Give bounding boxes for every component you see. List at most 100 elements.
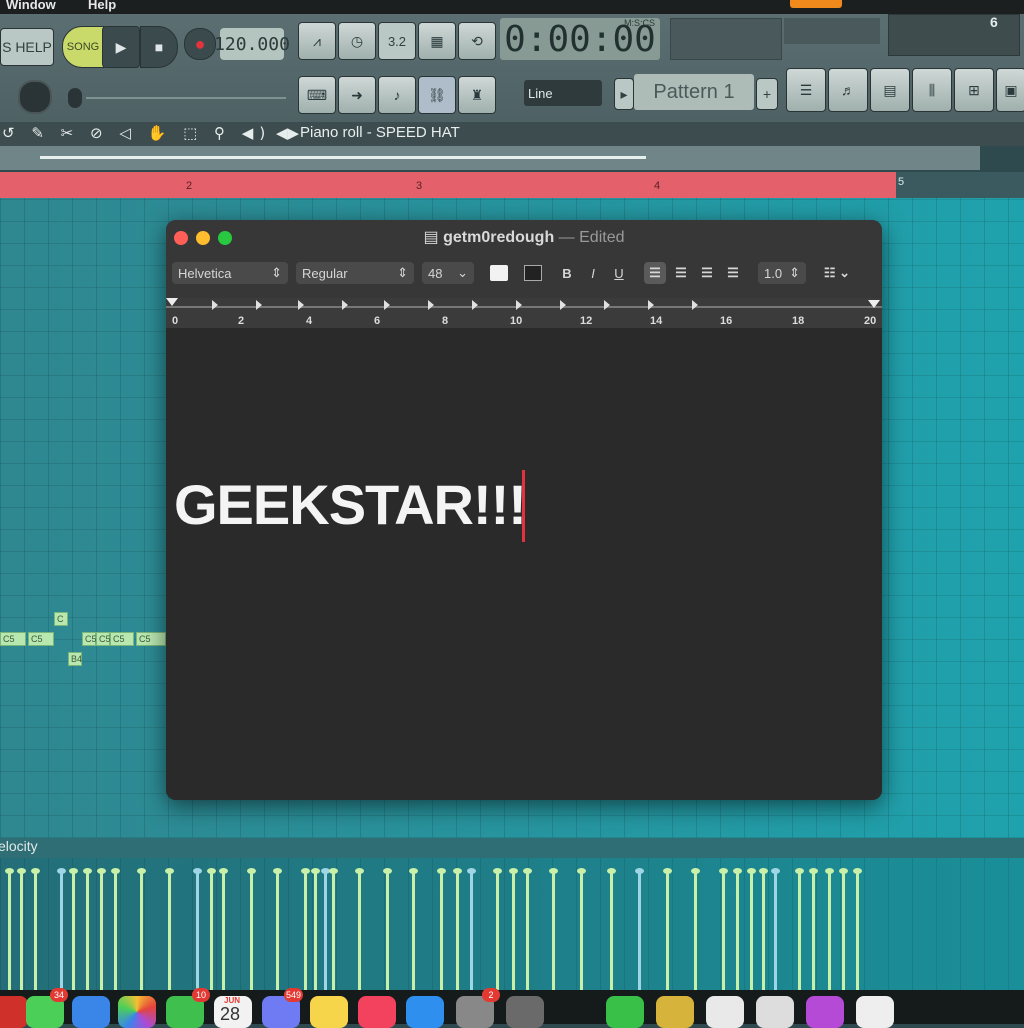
mixer-button[interactable]: ⫼ <box>912 68 952 112</box>
velocity-stem[interactable] <box>809 868 818 990</box>
document-text[interactable]: GEEKSTAR!!! <box>174 472 527 537</box>
tab-stop[interactable] <box>472 300 478 310</box>
tab-stop[interactable] <box>604 300 610 310</box>
piano-roll-button[interactable]: ♬ <box>828 68 868 112</box>
tab-stop[interactable] <box>692 300 698 310</box>
velocity-stem[interactable] <box>853 868 862 990</box>
dock-app-icon[interactable] <box>806 996 844 1028</box>
tab-stop[interactable] <box>384 300 390 310</box>
velocity-stem[interactable] <box>247 868 256 990</box>
velocity-stem[interactable] <box>437 868 446 990</box>
font-style-select[interactable]: Regular ⇕ <box>296 262 414 284</box>
plugin-picker-button[interactable]: ▣ <box>996 68 1024 112</box>
notes-icon[interactable] <box>310 996 348 1028</box>
channel-rack-button[interactable]: ▤ <box>870 68 910 112</box>
piano-roll-tool-icons[interactable]: ↺ ✎ ✂ ⊘ ◁ ✋ ⬚ ⚲ ◀) <box>2 124 271 142</box>
velocity-stem[interactable] <box>5 868 14 990</box>
velocity-stem[interactable] <box>97 868 106 990</box>
velocity-stem[interactable] <box>467 868 476 990</box>
velocity-stem[interactable] <box>193 868 202 990</box>
hat-tool-button[interactable]: ♜ <box>458 76 496 114</box>
velocity-stem[interactable] <box>747 868 756 990</box>
photos-icon[interactable] <box>118 996 156 1028</box>
text-color-well[interactable] <box>490 265 508 281</box>
volume-slider-track[interactable] <box>86 97 286 99</box>
velocity-stem[interactable] <box>771 868 780 990</box>
mail-icon[interactable] <box>72 996 110 1028</box>
add-pattern-button[interactable]: + <box>756 78 778 110</box>
velocity-stem[interactable] <box>607 868 616 990</box>
velocity-stem[interactable] <box>355 868 364 990</box>
align-center-button[interactable]: ☰ <box>670 262 692 284</box>
velocity-stem[interactable] <box>219 868 228 990</box>
tab-stop[interactable] <box>648 300 654 310</box>
tab-stop[interactable] <box>560 300 566 310</box>
dock-app-icon[interactable] <box>706 996 744 1028</box>
volume-slider-handle[interactable] <box>68 88 82 108</box>
velocity-stem[interactable] <box>57 868 66 990</box>
document-body[interactable] <box>166 328 882 800</box>
velocity-stem[interactable] <box>825 868 834 990</box>
velocity-stem[interactable] <box>409 868 418 990</box>
tab-stop[interactable] <box>428 300 434 310</box>
music-icon[interactable] <box>358 996 396 1028</box>
velocity-stem[interactable] <box>329 868 338 990</box>
note[interactable]: C5 <box>82 632 97 646</box>
dock-app-icon[interactable] <box>0 996 28 1028</box>
velocity-stem[interactable] <box>839 868 848 990</box>
velocity-stem[interactable] <box>165 868 174 990</box>
browser-button[interactable]: ⊞ <box>954 68 994 112</box>
ruler[interactable] <box>166 298 882 329</box>
align-right-button[interactable]: ☰ <box>696 262 718 284</box>
font-family-select[interactable]: Helvetica ⇕ <box>172 262 288 284</box>
velocity-stem[interactable] <box>137 868 146 990</box>
master-pitch-knob[interactable] <box>18 80 52 114</box>
wait-input-button[interactable]: ◷ <box>338 22 376 60</box>
velocity-stem[interactable] <box>719 868 728 990</box>
note[interactable]: C5 <box>0 632 26 646</box>
song-mode-toggle[interactable]: SONG <box>62 26 104 68</box>
note[interactable]: C5 <box>110 632 134 646</box>
step-edit-button[interactable]: ▦ <box>418 22 456 60</box>
countdown-button[interactable]: 3.2 <box>378 22 416 60</box>
tab-stop[interactable] <box>342 300 348 310</box>
snap-mode-select[interactable]: Line <box>524 80 602 106</box>
play-button[interactable]: ▶ <box>102 26 140 68</box>
right-indent-marker[interactable] <box>868 300 880 308</box>
stop-button[interactable]: ■ <box>140 26 178 68</box>
velocity-stem[interactable] <box>273 868 282 990</box>
record-button[interactable]: ● <box>184 28 216 60</box>
menu-help[interactable]: Help <box>88 0 116 12</box>
note[interactable]: C5 <box>28 632 54 646</box>
velocity-stem[interactable] <box>759 868 768 990</box>
tab-stop[interactable] <box>212 300 218 310</box>
velocity-stem[interactable] <box>733 868 742 990</box>
whatsapp-icon[interactable] <box>606 996 644 1028</box>
velocity-stem[interactable] <box>549 868 558 990</box>
metronome-button[interactable]: ⩘ <box>298 22 336 60</box>
velocity-stem[interactable] <box>577 868 586 990</box>
fl-studio-icon[interactable] <box>656 996 694 1028</box>
background-color-well[interactable] <box>524 265 542 281</box>
timeline-ruler[interactable] <box>0 172 896 198</box>
arrow-tool-button[interactable]: ➜ <box>338 76 376 114</box>
typing-keyboard-button[interactable]: ⌨ <box>298 76 336 114</box>
tab-stop[interactable] <box>516 300 522 310</box>
velocity-stem[interactable] <box>523 868 532 990</box>
note[interactable]: C5 <box>136 632 166 646</box>
bold-button[interactable]: B <box>556 262 578 284</box>
velocity-stem[interactable] <box>795 868 804 990</box>
velocity-stem[interactable] <box>69 868 78 990</box>
line-spacing-select[interactable]: 1.0 ⇕ <box>758 262 806 284</box>
velocity-stem[interactable] <box>83 868 92 990</box>
note[interactable]: B4 <box>68 652 82 666</box>
help-button[interactable]: S HELP <box>0 28 54 66</box>
tab-stop[interactable] <box>256 300 262 310</box>
velocity-stem[interactable] <box>17 868 26 990</box>
dock-app-icon[interactable] <box>756 996 794 1028</box>
app-store-icon[interactable] <box>406 996 444 1028</box>
velocity-stem[interactable] <box>311 868 320 990</box>
utility-icon[interactable] <box>506 996 544 1028</box>
velocity-stem[interactable] <box>321 868 330 990</box>
playlist-button[interactable]: ☰ <box>786 68 826 112</box>
